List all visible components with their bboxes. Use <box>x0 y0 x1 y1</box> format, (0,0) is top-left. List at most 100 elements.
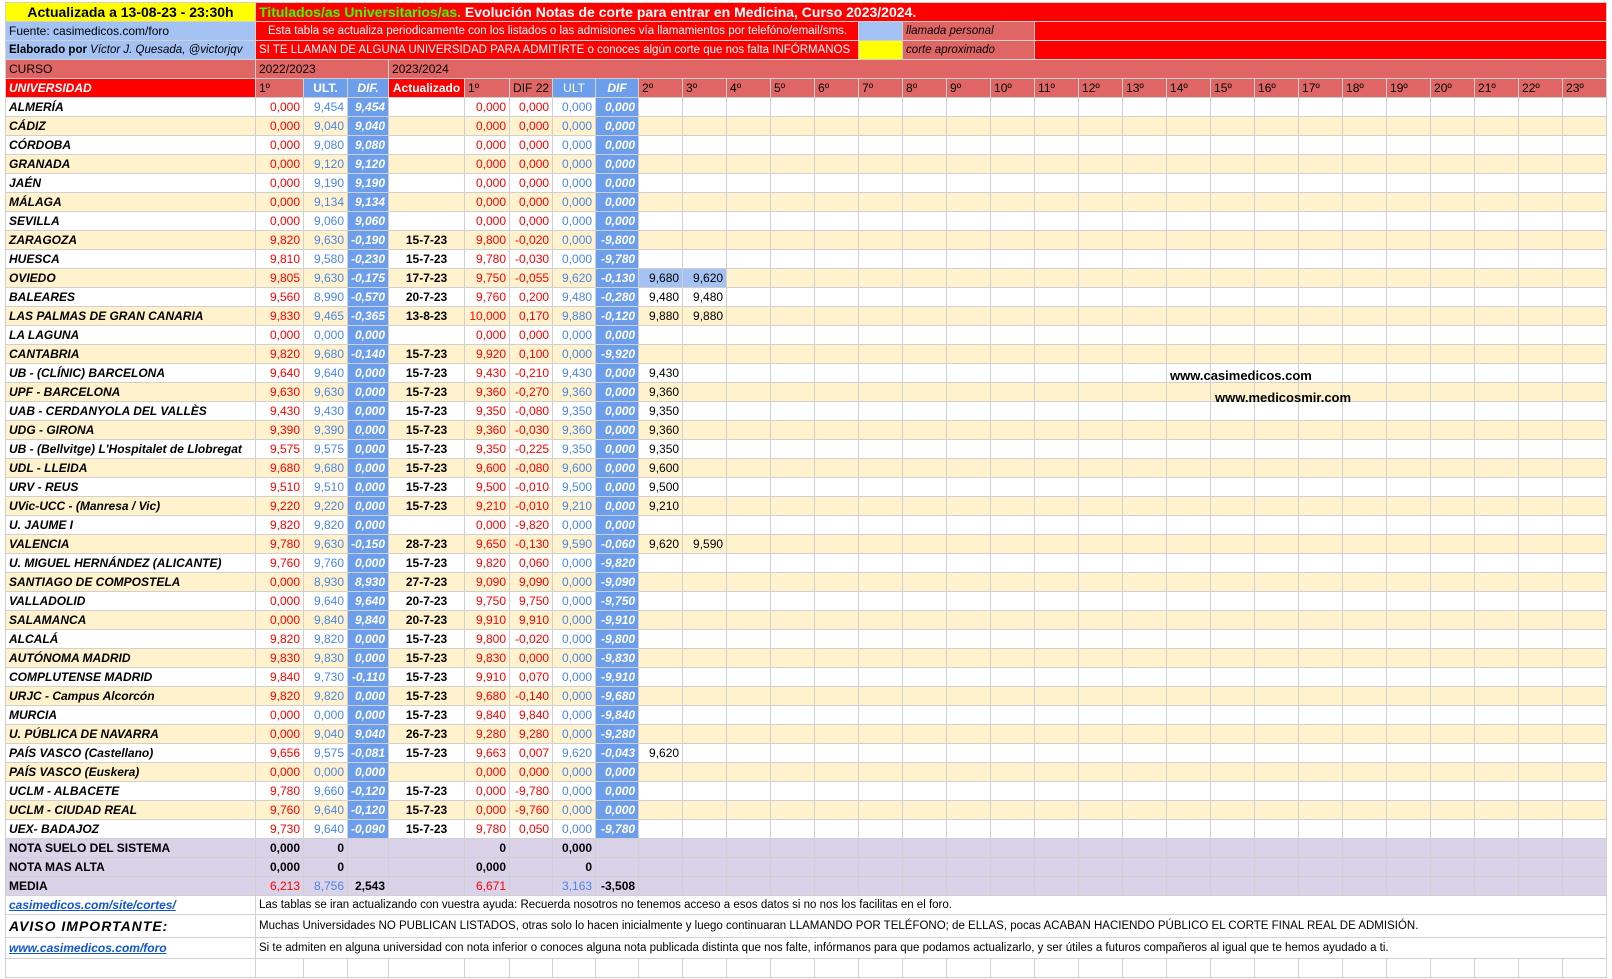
diff-2023: -9,910 <box>595 610 640 630</box>
call-18-value <box>1342 553 1388 573</box>
diff-2023: 0,000 <box>595 135 640 155</box>
diff-2023: 0,000 <box>595 211 640 231</box>
foro-link[interactable]: www.casimedicos.com/foro <box>5 937 256 959</box>
call-9-value <box>946 230 992 250</box>
diff-2023: 0,000 <box>595 800 640 820</box>
university-name: UB - (CLÍNIC) BARCELONA <box>5 363 256 383</box>
call-8-value <box>902 439 948 459</box>
call-10-value <box>990 591 1036 611</box>
call-21-value <box>1474 287 1520 307</box>
call-9-value <box>946 534 992 554</box>
first-2022: 0,000 <box>255 211 304 231</box>
call-8-value <box>902 553 948 573</box>
call-10-value <box>990 230 1036 250</box>
call-9-value <box>946 420 992 440</box>
call-9-value <box>946 458 992 478</box>
last-2022: 9,060 <box>303 211 348 231</box>
call-21-value <box>1474 553 1520 573</box>
call-2-value: 9,500 <box>638 477 684 497</box>
first-2022: 9,560 <box>255 287 304 307</box>
call-22-value <box>1518 610 1564 630</box>
diff-2023: 0,000 <box>595 781 640 801</box>
call-2-value: 9,480 <box>638 287 684 307</box>
call-3-value <box>682 192 728 212</box>
call-15-value <box>1210 819 1256 839</box>
call-3-value <box>682 762 728 782</box>
summary-blank <box>1122 857 1168 877</box>
call-5-value <box>770 192 816 212</box>
call-14-value <box>1166 439 1212 459</box>
call-11-value <box>1034 401 1080 421</box>
call-7-value <box>858 477 904 497</box>
casimedicos-url: www.casimedicos.com <box>1170 368 1312 383</box>
call-17-value <box>1298 705 1344 725</box>
university-name: ALCALÁ <box>5 629 256 649</box>
updated-date: 15-7-23 <box>388 800 466 820</box>
call-19-value <box>1386 629 1432 649</box>
call-19-value <box>1386 116 1432 136</box>
last-2022: 9,760 <box>303 553 348 573</box>
summary-e: 0,000 <box>464 857 511 877</box>
call-17-value <box>1298 686 1344 706</box>
diff22: -0,010 <box>509 477 554 497</box>
call-15-value <box>1210 591 1256 611</box>
call-7-value <box>858 211 904 231</box>
call-14-value <box>1166 648 1212 668</box>
call-8-value <box>902 686 948 706</box>
call-20-value <box>1430 363 1476 383</box>
call-18-value <box>1342 534 1388 554</box>
call-5-value <box>770 439 816 459</box>
university-name: JAÉN <box>5 173 256 193</box>
diff-2023: 0,000 <box>595 401 640 421</box>
call-2-value <box>638 249 684 269</box>
call-3-value <box>682 724 728 744</box>
call-19-value <box>1386 591 1432 611</box>
diff-2022: 0,000 <box>346 382 390 402</box>
summary-blank <box>1254 838 1300 858</box>
col-call-17: 17º <box>1298 78 1344 98</box>
call-2-value: 9,600 <box>638 458 684 478</box>
diff-2022: -0,140 <box>346 344 390 364</box>
call-20-value <box>1430 819 1476 839</box>
call-14-value <box>1166 667 1212 687</box>
summary-f <box>509 838 554 858</box>
call-20-value <box>1430 249 1476 269</box>
col-call-23: 23º <box>1562 78 1608 98</box>
call-20-value <box>1430 154 1476 174</box>
call-21-value <box>1474 762 1520 782</box>
call-9-value <box>946 325 992 345</box>
first-2023: 0,000 <box>464 192 511 212</box>
call-20-value <box>1430 762 1476 782</box>
summary-b: 8,756 <box>303 876 348 896</box>
summary-e: 0 <box>464 838 511 858</box>
call-22-value <box>1518 591 1564 611</box>
call-18-value <box>1342 705 1388 725</box>
call-7-value <box>858 192 904 212</box>
diff-2022: 0,000 <box>346 458 390 478</box>
table-row: UCLM - CIUDAD REAL 9,760 9,640 -0,120 15-7-2… <box>5 800 1608 820</box>
call-4-value <box>726 686 772 706</box>
call-8-value <box>902 458 948 478</box>
diff-2023: 0,000 <box>595 420 640 440</box>
call-7-value <box>858 420 904 440</box>
call-21-value <box>1474 686 1520 706</box>
call-12-value <box>1078 401 1124 421</box>
university-name: CANTABRIA <box>5 344 256 364</box>
summary-c: 2,543 <box>346 876 390 896</box>
diff22: 0,000 <box>509 211 554 231</box>
table-row: LA LAGUNA 0,000 0,000 0,000 0,000 0,000 0,000 0… <box>5 325 1608 345</box>
call-3-value <box>682 686 728 706</box>
summary-blank <box>770 838 816 858</box>
call-11-value <box>1034 819 1080 839</box>
year-2023: 2023/2024 <box>388 59 1608 79</box>
university-name: ZARAGOZA <box>5 230 256 250</box>
call-8-value <box>902 116 948 136</box>
call-2-value <box>638 648 684 668</box>
call-13-value <box>1122 287 1168 307</box>
call-6-value <box>814 97 860 117</box>
call-21-value <box>1474 192 1520 212</box>
col-first-2023: 1º <box>464 78 511 98</box>
call-18-value <box>1342 781 1388 801</box>
cortes-link[interactable]: casimedicos.com/site/cortes/ <box>5 895 256 915</box>
first-2023: 9,750 <box>464 268 511 288</box>
